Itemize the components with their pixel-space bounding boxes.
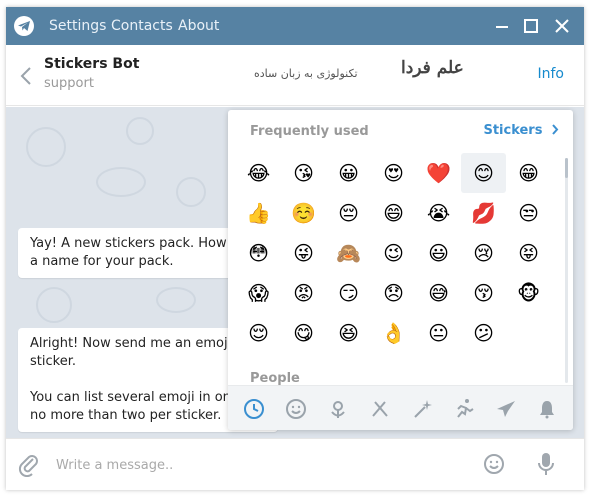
emoji-cell[interactable]: 😱 — [236, 273, 281, 313]
close-button[interactable] — [552, 16, 572, 36]
emoji-cell[interactable]: 🐵 — [506, 273, 551, 313]
message-input[interactable] — [56, 453, 436, 477]
emoji-cell[interactable]: 😢 — [461, 233, 506, 273]
emoji-cell[interactable]: 😅 — [416, 273, 461, 313]
watermark-logo: علم فردا — [401, 58, 464, 78]
telegram-window: Settings Contacts About Stickers Bot sup… — [6, 7, 584, 490]
background-doodle — [156, 287, 196, 313]
background-doodle — [176, 177, 206, 207]
paperclip-icon[interactable] — [18, 453, 40, 477]
emoji-cell[interactable]: 😀 — [326, 153, 371, 193]
message-input-bar — [6, 438, 584, 490]
minimize-icon — [496, 26, 508, 28]
emoji-cell[interactable]: 😞 — [371, 273, 416, 313]
background-doodle — [26, 127, 66, 167]
title-bar: Settings Contacts About — [6, 7, 584, 45]
emoji-cell[interactable]: 😄 — [371, 193, 416, 233]
emoji-panel: Frequently used Stickers 😂 😘 😀 😍 ❤️ 😊 😁 👍 ☺️ 😔 😄 😭 💋… — [228, 110, 573, 430]
flower-icon[interactable] — [326, 397, 350, 421]
emoji-category-bar — [228, 385, 573, 430]
emoji-cell[interactable]: 😃 — [416, 233, 461, 273]
back-arrow-icon[interactable] — [18, 65, 34, 87]
food-icon[interactable] — [368, 397, 392, 421]
stickers-tab-button[interactable]: Stickers — [483, 123, 559, 138]
maximize-button[interactable] — [521, 16, 541, 36]
plane-icon[interactable] — [494, 397, 518, 421]
background-doodle — [96, 167, 146, 197]
maximize-icon — [524, 19, 538, 33]
menu-contacts[interactable]: Contacts — [111, 18, 173, 34]
background-doodle — [126, 117, 154, 145]
emoji-cell[interactable]: 😏 — [326, 273, 371, 313]
emoji-cell[interactable]: 😌 — [236, 313, 281, 353]
menu-about[interactable]: About — [178, 18, 219, 34]
bell-icon[interactable] — [535, 397, 559, 421]
running-icon[interactable] — [452, 397, 476, 421]
magic-wand-icon[interactable] — [410, 397, 434, 421]
stickers-label: Stickers — [483, 123, 543, 138]
emoji-cell[interactable]: 😝 — [506, 233, 551, 273]
people-heading: People — [250, 371, 300, 386]
emoji-scroll-thumb[interactable] — [565, 158, 568, 178]
background-doodle — [36, 287, 72, 323]
emoji-cell[interactable]: 😚 — [461, 273, 506, 313]
emoji-cell[interactable]: 😆 — [326, 313, 371, 353]
emoji-cell[interactable]: 😔 — [326, 193, 371, 233]
emoji-toggle-icon[interactable] — [483, 453, 505, 475]
emoji-cell[interactable]: 😁 — [506, 153, 551, 193]
emoji-cell[interactable]: 😜 — [281, 233, 326, 273]
info-button[interactable]: Info — [538, 66, 565, 82]
emoji-cell[interactable]: 😭 — [416, 193, 461, 233]
emoji-cell[interactable]: 😍 — [371, 153, 416, 193]
emoji-cell[interactable]: 😳 — [236, 233, 281, 273]
emoji-cell[interactable]: 😘 — [281, 153, 326, 193]
emoji-cell[interactable]: 😂 — [236, 153, 281, 193]
chevron-right-icon — [552, 124, 559, 135]
microphone-icon[interactable] — [537, 451, 555, 477]
emoji-cell[interactable]: 👌 — [371, 313, 416, 353]
emoji-cell[interactable]: 💋 — [461, 193, 506, 233]
emoji-cell[interactable]: ☺️ — [281, 193, 326, 233]
recent-icon[interactable] — [242, 397, 266, 421]
emoji-cell[interactable]: 👍 — [236, 193, 281, 233]
emoji-cell[interactable]: 😊 — [461, 153, 506, 193]
smile-icon[interactable] — [284, 397, 308, 421]
emoji-cell[interactable]: 😕 — [461, 313, 506, 353]
close-icon — [555, 19, 569, 33]
telegram-logo-icon — [14, 16, 34, 36]
watermark-tagline: تکنولوژی به زبان ساده — [254, 67, 358, 80]
emoji-cell[interactable]: 😉 — [371, 233, 416, 273]
frequently-used-heading: Frequently used — [250, 124, 369, 139]
chat-status: support — [44, 76, 94, 91]
menu-settings[interactable]: Settings — [49, 18, 106, 34]
minimize-button[interactable] — [492, 16, 512, 36]
emoji-cell[interactable]: 😐 — [416, 313, 461, 353]
emoji-scroll-track[interactable] — [565, 158, 568, 383]
chat-header: Stickers Bot support تکنولوژی به زبان سا… — [6, 45, 584, 106]
emoji-cell[interactable]: 🙈 — [326, 233, 371, 273]
emoji-cell[interactable]: 😡 — [281, 273, 326, 313]
emoji-cell[interactable]: ❤️ — [416, 153, 461, 193]
emoji-cell[interactable]: 😒 — [506, 193, 551, 233]
emoji-cell[interactable]: 😋 — [281, 313, 326, 353]
chat-title[interactable]: Stickers Bot — [44, 56, 139, 72]
